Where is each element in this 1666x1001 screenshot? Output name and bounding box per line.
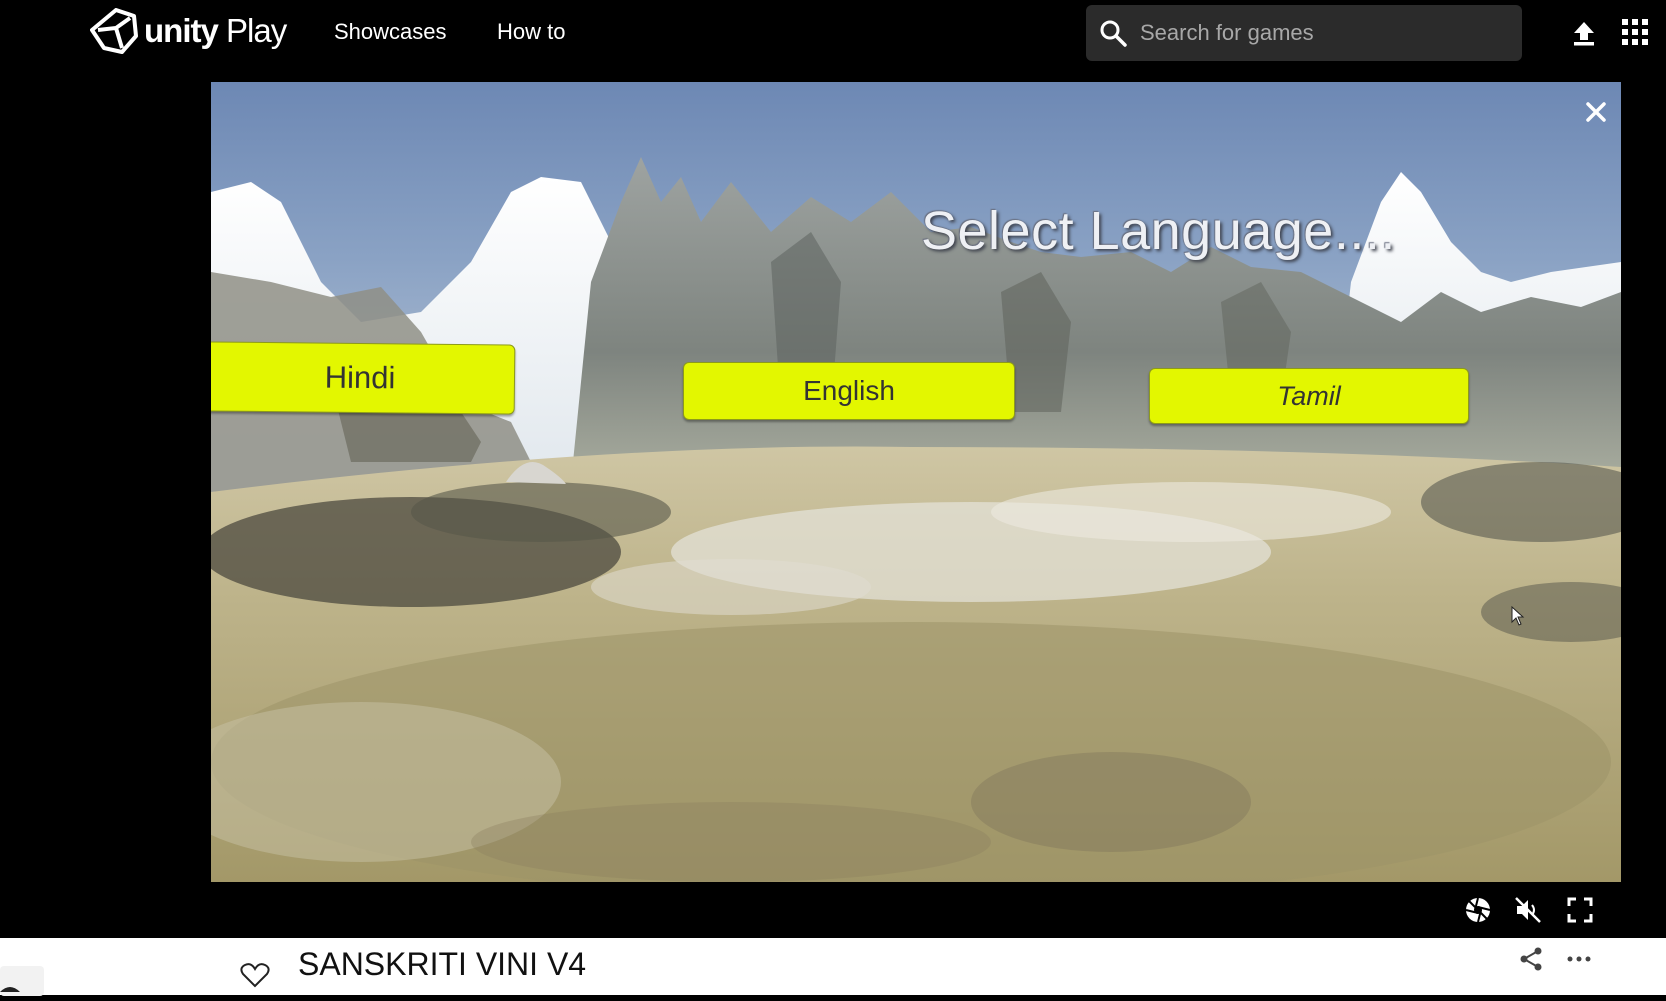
- game-info-section: SANSKRITI VINI V4: [0, 938, 1666, 996]
- close-game-button[interactable]: [1578, 94, 1614, 130]
- tamil-button[interactable]: Tamil: [1149, 368, 1469, 424]
- nav-how-to[interactable]: How to: [497, 19, 565, 45]
- apps-grid-icon: [1622, 19, 1648, 45]
- top-navigation-bar: unity Play Showcases How to: [0, 0, 1666, 66]
- mouse-pointer-icon: [1511, 606, 1525, 626]
- volume-muted-icon: [1515, 897, 1541, 923]
- favorite-button[interactable]: [240, 962, 270, 988]
- fullscreen-icon: [1567, 897, 1593, 923]
- nav-showcases[interactable]: Showcases: [334, 19, 447, 45]
- apps-grid-button[interactable]: [1622, 19, 1648, 45]
- share-icon: [1520, 947, 1542, 971]
- english-button-label: English: [803, 375, 895, 406]
- unity-play-logo[interactable]: unity Play: [90, 8, 287, 54]
- select-language-title: Select Language....: [921, 201, 1396, 261]
- more-horizontal-icon: [1567, 956, 1591, 962]
- english-button[interactable]: English: [683, 362, 1015, 420]
- player-controls-bar: [0, 882, 1666, 938]
- search-input[interactable]: [1138, 19, 1502, 47]
- more-options-button[interactable]: [1566, 952, 1592, 964]
- mountain-landscape-scene: [211, 157, 1621, 882]
- search-box[interactable]: [1086, 5, 1522, 61]
- mute-button[interactable]: [1514, 896, 1542, 924]
- side-tab-icon: [0, 966, 44, 996]
- game-canvas[interactable]: Select Language.... Hindi English Tamil: [211, 82, 1621, 882]
- game-title: SANSKRITI VINI V4: [298, 946, 587, 982]
- unity-cube-icon: [90, 8, 138, 54]
- search-icon: [1100, 20, 1127, 47]
- upload-button[interactable]: [1572, 20, 1596, 46]
- upload-icon: [1574, 22, 1594, 46]
- close-icon: [1586, 102, 1606, 122]
- side-tab[interactable]: [0, 966, 44, 996]
- heart-icon: [240, 963, 270, 988]
- share-button[interactable]: [1518, 946, 1544, 972]
- hindi-button[interactable]: Hindi: [211, 341, 516, 415]
- logo-text: unity Play: [144, 12, 287, 49]
- hindi-button-label: Hindi: [324, 359, 396, 396]
- camera-shutter-icon: [1465, 897, 1491, 923]
- fullscreen-button[interactable]: [1566, 896, 1594, 924]
- tamil-button-label: Tamil: [1277, 380, 1341, 411]
- screenshot-button[interactable]: [1464, 896, 1492, 924]
